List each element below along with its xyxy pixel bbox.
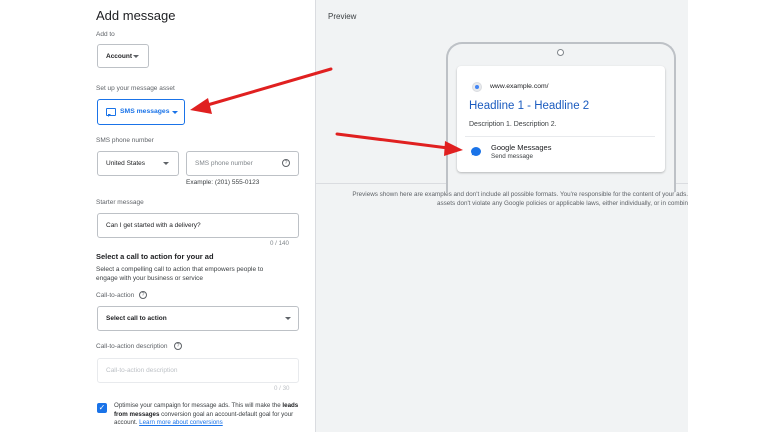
- starter-counter: 0 / 140: [270, 240, 289, 247]
- sms-messages-value: SMS messages: [120, 108, 170, 115]
- caret-down-icon: [163, 162, 169, 165]
- caret-down-icon: [133, 55, 139, 58]
- phone-camera-icon: [557, 49, 564, 56]
- ad-description: Description 1. Description 2.: [469, 121, 557, 128]
- cta-description-input[interactable]: Call-to-action description: [97, 358, 299, 383]
- cta-value: Select call to action: [106, 315, 167, 322]
- preview-disclaimer: Previews shown here are examples and don…: [322, 191, 688, 208]
- chat-icon: [106, 108, 116, 117]
- sms-phone-placeholder: SMS phone number: [195, 160, 253, 167]
- starter-message-input[interactable]: Can I get started with a delivery?: [97, 213, 299, 238]
- ad-preview-card: [457, 66, 665, 172]
- preview-footer-area: [316, 183, 688, 432]
- messages-icon: [471, 147, 481, 156]
- asset-label: Set up your message asset: [96, 85, 175, 92]
- message-asset-subtext: Send message: [491, 153, 534, 160]
- cta-section-title: Select a call to action for your ad: [96, 252, 214, 261]
- cta-description-label: Call-to-action description: [96, 343, 168, 350]
- caret-down-icon: [172, 111, 178, 114]
- add-to-value: Account: [106, 52, 132, 60]
- phone-example: Example: (201) 555-0123: [186, 179, 260, 186]
- page-title: Add message: [96, 8, 176, 23]
- country-value: United States: [106, 160, 146, 167]
- cta-description-counter: 0 / 30: [274, 385, 290, 392]
- optimise-text-part1: Optimise your campaign for message ads. …: [114, 402, 283, 409]
- starter-message-placeholder: Can I get started with a delivery?: [106, 222, 201, 229]
- screenshot-stage: Add message Add to Account Set up your m…: [0, 0, 768, 432]
- cta-description-placeholder: Call-to-action description: [106, 367, 178, 374]
- message-asset-name: Google Messages: [491, 143, 552, 152]
- call-to-action-select[interactable]: Select call to action: [97, 306, 299, 331]
- disclaimer-line1: Previews shown here are examples and don…: [352, 191, 688, 198]
- optimise-campaign-text: Optimise your campaign for message ads. …: [114, 402, 300, 428]
- right-blank-margin: [688, 0, 768, 432]
- ad-divider: [465, 136, 655, 137]
- add-to-select[interactable]: Account: [97, 44, 149, 68]
- caret-down-icon: [285, 317, 291, 320]
- cta-label: Call-to-action: [96, 292, 135, 299]
- disclaimer-line2: assets don't violate any Google policies…: [437, 199, 688, 207]
- phone-label: SMS phone number: [96, 137, 154, 144]
- left-blank-margin: [0, 0, 80, 432]
- learn-more-conversions-link[interactable]: Learn more about conversions: [139, 419, 223, 426]
- help-icon[interactable]: ?: [174, 342, 182, 350]
- help-icon[interactable]: ?: [282, 159, 290, 167]
- cta-section-desc-line2: engage with your business or service: [96, 275, 203, 282]
- globe-icon: [472, 82, 482, 92]
- help-icon[interactable]: ?: [139, 291, 147, 299]
- add-to-label: Add to: [96, 31, 115, 38]
- cta-section-desc-line1: Select a compelling call to action that …: [96, 266, 264, 273]
- starter-message-label: Starter message: [96, 199, 144, 206]
- checkbox-checked-icon[interactable]: ✓: [97, 403, 107, 413]
- ad-url: www.example.com/: [490, 83, 549, 90]
- ad-headline: Headline 1 - Headline 2: [469, 100, 590, 112]
- preview-title: Preview: [328, 12, 357, 21]
